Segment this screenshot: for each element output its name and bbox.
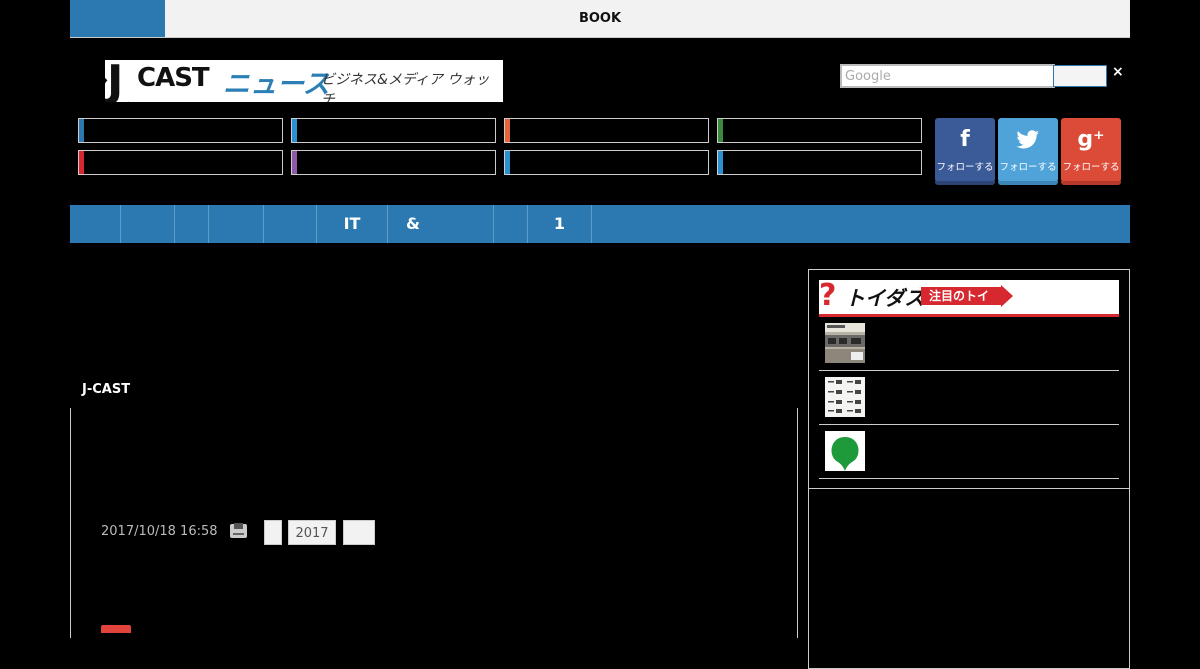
nav-item-3[interactable] xyxy=(175,205,209,243)
search-input[interactable] xyxy=(840,64,1055,88)
button-shade xyxy=(998,181,1058,185)
twitter-icon xyxy=(998,126,1058,154)
follow-label: フォローする xyxy=(936,162,994,173)
googleplus-icon: g⁺ xyxy=(1077,127,1105,152)
search-button[interactable] xyxy=(1053,65,1107,87)
print-icon[interactable] xyxy=(230,523,247,538)
category-link-5[interactable] xyxy=(78,150,283,175)
article-tag-1[interactable] xyxy=(264,520,282,545)
facebook-follow-button[interactable]: f フォローする xyxy=(935,118,995,185)
category-link-7[interactable] xyxy=(504,150,709,175)
logo-news: ニュース xyxy=(223,69,330,100)
category-color-bar xyxy=(505,151,510,174)
button-shade xyxy=(1061,181,1121,185)
nav-item-4[interactable] xyxy=(209,205,264,243)
button-shade xyxy=(935,181,995,185)
category-color-bar xyxy=(79,119,84,142)
main-nav: IT & 1 xyxy=(70,205,1130,243)
article-date: 2017/10/18 16:58 xyxy=(101,524,218,539)
sidebar-divider xyxy=(808,488,1130,489)
article-tag-3[interactable] xyxy=(343,520,375,545)
close-icon[interactable]: × xyxy=(1112,64,1124,80)
toidas-banner[interactable]: ? トイダス 注目のトイ xyxy=(819,280,1119,317)
sidebar-item[interactable] xyxy=(819,371,1119,425)
category-color-bar xyxy=(292,119,297,142)
source-label: J-CAST xyxy=(82,382,131,397)
thumbnail-image xyxy=(825,377,865,417)
logo-tagline: ビジネス&メディア ウォッチ xyxy=(321,72,490,102)
category-link-8[interactable] xyxy=(717,150,922,175)
follow-label: フォローする xyxy=(999,162,1057,173)
category-color-bar xyxy=(718,151,723,174)
top-bar: BOOK xyxy=(70,0,1130,38)
toidas-badge: 注目のトイ xyxy=(921,287,1001,305)
category-link-3[interactable] xyxy=(504,118,709,143)
nav-item-5[interactable] xyxy=(264,205,317,243)
follow-label: フォローする xyxy=(1062,162,1120,173)
nav-item-amp[interactable]: & xyxy=(388,205,494,243)
category-link-4[interactable] xyxy=(717,118,922,143)
category-color-bar xyxy=(292,151,297,174)
thumbnail-image xyxy=(825,323,865,363)
sidebar-item[interactable] xyxy=(819,425,1119,479)
article-tag-2017[interactable]: 2017 xyxy=(288,520,336,545)
category-color-bar xyxy=(505,119,510,142)
category-link-1[interactable] xyxy=(78,118,283,143)
logo-cast: CAST xyxy=(137,63,210,93)
pdf-icon[interactable] xyxy=(101,625,131,633)
question-mark-icon: ? xyxy=(819,278,837,313)
twitter-follow-button[interactable]: フォローする xyxy=(998,118,1058,185)
logo-j: J xyxy=(107,60,124,102)
thumbnail-image xyxy=(825,431,865,471)
nav-item-1[interactable] xyxy=(70,205,121,243)
book-link[interactable]: BOOK xyxy=(70,0,1130,37)
toidas-logo-text: トイダス xyxy=(845,286,925,310)
googleplus-follow-button[interactable]: g⁺ フォローする xyxy=(1061,118,1121,185)
nav-item-1-ranking[interactable]: 1 xyxy=(528,205,592,243)
category-link-2[interactable] xyxy=(291,118,496,143)
jcast-news-logo[interactable]: J CAST ニュース ビジネス&メディア ウォッチ xyxy=(105,60,503,102)
sidebar-item[interactable] xyxy=(819,317,1119,371)
article-body xyxy=(70,408,798,638)
nav-item-it[interactable]: IT xyxy=(317,205,388,243)
arrow-right-icon xyxy=(1001,285,1013,307)
facebook-icon: f xyxy=(960,127,970,152)
category-link-6[interactable] xyxy=(291,150,496,175)
category-color-bar xyxy=(718,119,723,142)
nav-item-8[interactable] xyxy=(494,205,528,243)
category-color-bar xyxy=(79,151,84,174)
nav-item-2[interactable] xyxy=(121,205,175,243)
